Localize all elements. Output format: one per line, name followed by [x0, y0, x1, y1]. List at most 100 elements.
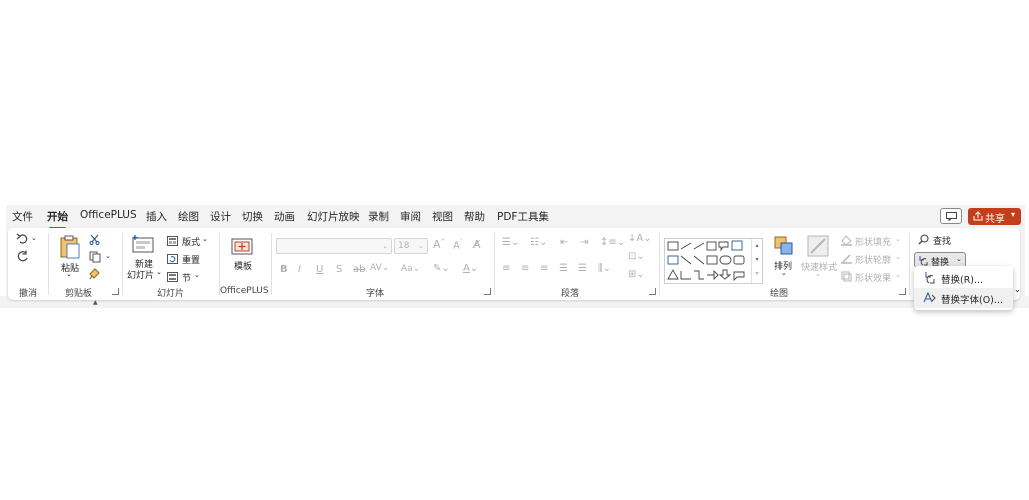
tab-file[interactable]: 文件: [12, 209, 33, 224]
drawing-launcher-icon[interactable]: [899, 288, 906, 295]
new-slide-label-line2[interactable]: 幻灯片: [127, 268, 154, 281]
font-size-value: 18: [398, 241, 410, 251]
justify-icon[interactable]: ☰: [559, 263, 568, 274]
tab-officeplus[interactable]: OfficePLUS: [80, 209, 137, 221]
thumbnail-pane-arrow-icon[interactable]: ▲: [93, 299, 98, 306]
section-dropdown-icon[interactable]: ⌄: [194, 271, 200, 279]
tab-animations[interactable]: 动画: [274, 209, 295, 224]
align-text-icon[interactable]: ⊡⌄: [628, 251, 645, 262]
bullets-icon[interactable]: ☰⌄: [502, 237, 519, 248]
italic-icon[interactable]: I: [298, 264, 301, 275]
undo-icon[interactable]: [16, 233, 30, 245]
character-spacing-icon[interactable]: AV⌄: [370, 263, 389, 273]
text-direction-icon[interactable]: ↓A⌄: [628, 233, 652, 244]
template-icon[interactable]: [231, 236, 253, 256]
format-painter-icon[interactable]: [89, 268, 101, 280]
highlight-icon[interactable]: ✎⌄: [433, 263, 450, 274]
layout-icon[interactable]: [167, 236, 178, 246]
clipboard-launcher-icon[interactable]: [112, 288, 119, 295]
paste-icon[interactable]: [59, 235, 81, 259]
ribbon: ⌄ 撤消 粘贴 ⌄ ⌄ 剪贴板 新建 幻灯片 ⌄ 版式 ⌄ 重置 节 ⌄ 幻灯片…: [8, 228, 1020, 300]
copy-dropdown-icon[interactable]: ⌄: [105, 252, 111, 260]
tab-slideshow[interactable]: 幻灯片放映: [307, 209, 360, 224]
undo-dropdown-icon[interactable]: ⌄: [31, 234, 37, 242]
cut-icon[interactable]: [89, 234, 100, 245]
font-color-icon[interactable]: A⌄: [463, 263, 478, 274]
align-center-icon[interactable]: ≡: [521, 263, 529, 274]
layout-label[interactable]: 版式: [182, 235, 200, 248]
shape-effects-label[interactable]: 形状效果: [855, 271, 891, 284]
quick-styles-dropdown-icon[interactable]: ⌄: [815, 270, 821, 278]
reset-label[interactable]: 重置: [182, 253, 200, 266]
chevron-down-icon[interactable]: ⌄: [956, 255, 962, 263]
replace-menu-item[interactable]: 替换(R)...: [914, 268, 1013, 288]
font-name-combobox[interactable]: ⌄: [276, 238, 392, 254]
shrink-font-icon[interactable]: Aˇ: [453, 239, 463, 251]
shape-effects-dropdown-icon[interactable]: ⌄: [895, 271, 901, 279]
paragraph-launcher-icon[interactable]: [649, 288, 656, 295]
reset-icon[interactable]: [167, 254, 178, 264]
comments-button[interactable]: [940, 208, 962, 224]
shape-effects-icon[interactable]: [841, 271, 852, 282]
quick-styles-icon[interactable]: [807, 235, 829, 257]
shapes-icon[interactable]: [665, 239, 753, 283]
redo-icon[interactable]: [16, 250, 30, 263]
tab-transitions[interactable]: 切换: [242, 209, 263, 224]
template-label[interactable]: 模板: [234, 259, 252, 272]
shape-fill-label[interactable]: 形状填充: [855, 235, 891, 248]
font-size-combobox[interactable]: 18 ⌄: [394, 238, 428, 254]
search-icon[interactable]: [918, 234, 929, 245]
numbering-icon[interactable]: ☷⌄: [530, 237, 547, 248]
underline-icon[interactable]: U: [316, 264, 323, 275]
strikethrough-icon[interactable]: ab: [353, 264, 365, 275]
tab-view[interactable]: 视图: [432, 209, 453, 224]
clear-formatting-icon[interactable]: A̸: [473, 238, 481, 251]
tab-design[interactable]: 设计: [210, 209, 231, 224]
decrease-indent-icon[interactable]: ⇤: [560, 237, 568, 248]
chevron-down-icon[interactable]: ▾: [1011, 210, 1015, 219]
tab-pdf-tools[interactable]: PDF工具集: [497, 209, 549, 224]
increase-indent-icon[interactable]: ⇥: [580, 237, 588, 248]
arrange-dropdown-icon[interactable]: ⌄: [781, 269, 787, 277]
paste-dropdown-icon[interactable]: ⌄: [66, 270, 72, 278]
tab-help[interactable]: 帮助: [464, 209, 485, 224]
collapse-ribbon-icon[interactable]: ⌄: [1014, 285, 1021, 294]
smartart-icon[interactable]: ⊞⌄: [628, 269, 645, 280]
tab-review[interactable]: 审阅: [400, 209, 421, 224]
section-label[interactable]: 节: [182, 271, 191, 284]
new-slide-dropdown-icon[interactable]: ⌄: [156, 268, 162, 276]
find-label[interactable]: 查找: [933, 234, 951, 247]
align-left-icon[interactable]: ≡: [502, 263, 510, 274]
section-icon[interactable]: [167, 272, 178, 282]
shape-fill-icon[interactable]: [841, 235, 852, 246]
shape-outline-icon[interactable]: [841, 253, 852, 264]
chevron-down-icon[interactable]: ⌄: [382, 239, 388, 253]
tab-record[interactable]: 录制: [368, 209, 389, 224]
font-launcher-icon[interactable]: [484, 288, 491, 295]
replace-font-menu-item[interactable]: 替换字体(O)...: [914, 288, 1013, 308]
group-label-drawing: 绘图: [770, 289, 789, 299]
chevron-down-icon[interactable]: ⌄: [418, 239, 424, 253]
tab-home[interactable]: 开始: [47, 209, 68, 229]
align-right-icon[interactable]: ≡: [540, 263, 548, 274]
menu-tabs: 文件 开始 OfficePLUS 插入 绘图 设计 切换 动画 幻灯片放映 录制…: [6, 205, 1025, 229]
shape-fill-dropdown-icon[interactable]: ⌄: [895, 235, 901, 243]
shape-outline-label[interactable]: 形状轮廓: [855, 253, 891, 266]
new-slide-icon[interactable]: [132, 235, 154, 254]
line-spacing-icon[interactable]: ↕≡⌄: [600, 237, 625, 248]
copy-icon[interactable]: [89, 251, 101, 263]
shape-outline-dropdown-icon[interactable]: ⌄: [895, 253, 901, 261]
shadow-icon[interactable]: S: [336, 264, 342, 275]
change-case-icon[interactable]: Aa⌄: [401, 264, 420, 274]
tab-draw[interactable]: 绘图: [178, 209, 199, 224]
layout-dropdown-icon[interactable]: ⌄: [202, 235, 208, 243]
grow-font-icon[interactable]: A^: [433, 238, 446, 251]
distributed-icon[interactable]: ☰: [578, 263, 587, 274]
share-button[interactable]: 共享 ▾: [968, 208, 1021, 225]
bold-icon[interactable]: B: [280, 264, 288, 275]
tab-insert[interactable]: 插入: [146, 209, 167, 224]
columns-icon[interactable]: ⫼⌄: [598, 263, 611, 274]
arrange-icon[interactable]: [774, 236, 794, 256]
gallery-scroll[interactable]: ▴ ▾ ▿: [751, 239, 762, 283]
shapes-gallery[interactable]: ▴ ▾ ▿: [664, 238, 763, 284]
